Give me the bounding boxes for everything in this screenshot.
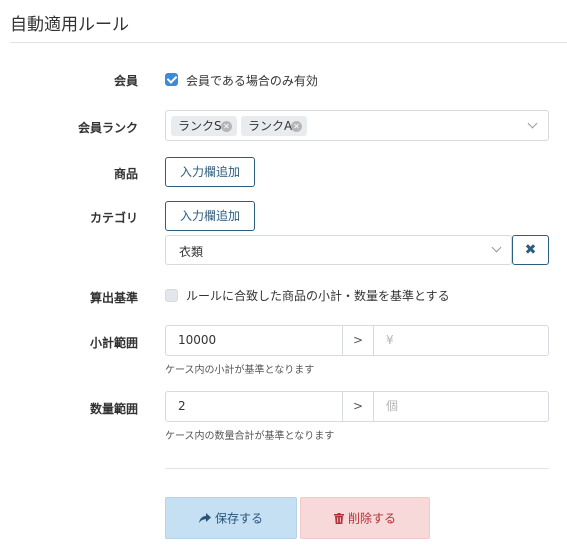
calc-basis-label: 算出基準 [89,291,138,305]
delete-button[interactable]: 削除する [300,497,430,539]
quantity-range-group: 2 > 個 [165,391,549,422]
subtotal-from-input[interactable]: 10000 [165,325,343,356]
product-add-field-button[interactable]: 入力欄追加 [165,157,255,187]
subtotal-range-label: 小計範囲 [89,336,138,350]
range-separator: > [342,325,374,356]
chevron-down-icon[interactable] [527,118,538,129]
share-arrow-icon [198,513,211,523]
title-divider [10,42,567,43]
subtotal-help-text: ケース内の小計が基準となります [165,365,315,376]
rank-chip-label: ランクS [178,119,222,133]
member-label: 会員 [113,74,138,88]
member-only-checkbox[interactable] [165,73,178,86]
product-label: 商品 [113,167,138,181]
rank-chip-a: ランクA ✕ [241,116,307,136]
trash-icon [333,513,344,524]
member-only-checkbox-label[interactable]: 会員である場合のみ有効 [186,72,318,89]
category-label: カテゴリ [89,211,138,225]
member-rank-label: 会員ランク [77,121,138,135]
quantity-range-label: 数量範囲 [89,402,138,416]
member-rank-multiselect[interactable]: ランクS ✕ ランクA ✕ [165,110,549,141]
calc-basis-checkbox-label[interactable]: ルールに合致した商品の小計・数量を基準とする [186,287,450,304]
page-title: 自動適用ルール [10,15,129,35]
rank-chip-s: ランクS ✕ [171,116,237,136]
subtotal-to-input[interactable]: ¥ [373,325,549,356]
delete-button-label: 削除する [347,511,396,526]
subtotal-range-group: 10000 > ¥ [165,325,549,356]
category-select[interactable]: 衣類 [165,235,512,265]
calc-basis-checkbox[interactable] [165,289,178,302]
remove-chip-icon[interactable]: ✕ [221,121,232,132]
range-separator: > [342,391,374,422]
save-button-label: 保存する [214,511,263,526]
category-remove-button[interactable]: ✖ [512,235,549,265]
category-add-field-button[interactable]: 入力欄追加 [165,201,255,231]
quantity-help-text: ケース内の数量合計が基準となります [165,431,335,442]
save-button[interactable]: 保存する [165,497,297,539]
category-select-value: 衣類 [179,245,204,259]
quantity-from-input[interactable]: 2 [165,391,343,422]
rank-chip-label: ランクA [248,119,293,133]
quantity-to-input[interactable]: 個 [373,391,549,422]
remove-chip-icon[interactable]: ✕ [291,121,302,132]
chevron-down-icon[interactable] [491,242,502,253]
form-divider [165,468,549,469]
